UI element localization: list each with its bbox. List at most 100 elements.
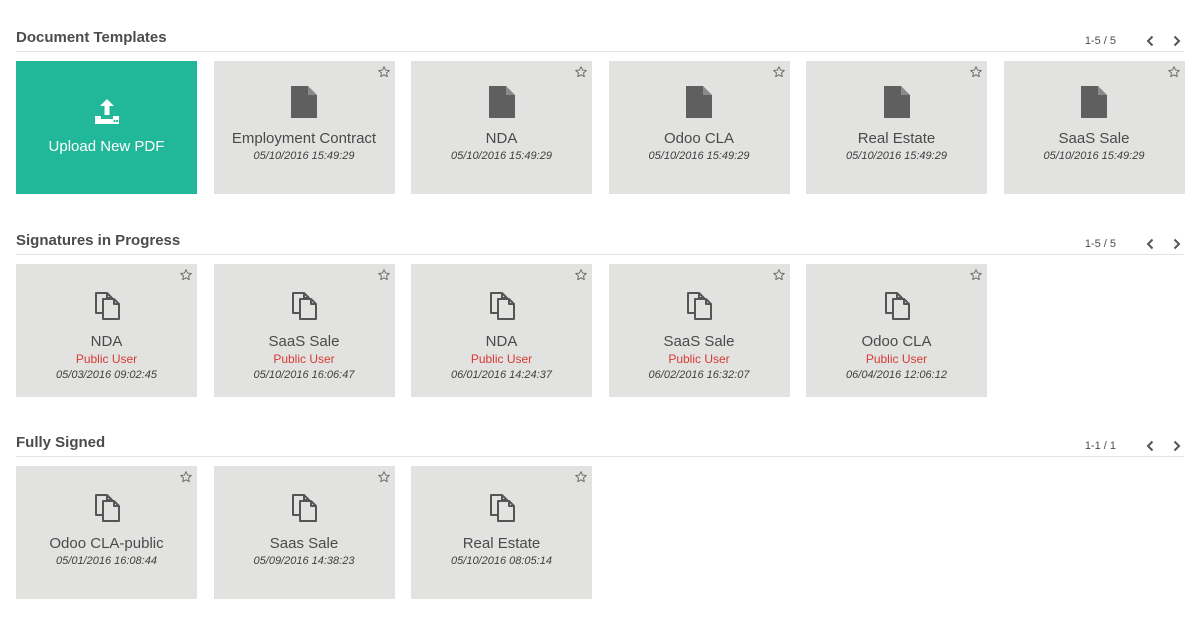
star-outline-icon[interactable] (179, 268, 193, 282)
copy-icon (684, 289, 714, 321)
template-cards: Upload New PDF Employment Contract 05/10… (16, 61, 1185, 194)
chevron-right-icon (1172, 238, 1182, 250)
card-name: SaaS Sale (268, 333, 340, 350)
fully-signed-cards: Odoo CLA-public 05/01/2016 16:08:44 Saas… (16, 466, 609, 599)
copy-icon (882, 289, 912, 321)
card-name: NDA (485, 333, 518, 350)
signed-document-card[interactable]: Odoo CLA-public 05/01/2016 16:08:44 (16, 466, 197, 599)
star-outline-icon[interactable] (772, 268, 786, 282)
copy-icon (289, 491, 319, 523)
card-name: Real Estate (857, 130, 936, 147)
signature-request-card[interactable]: NDA Public User 05/03/2016 09:02:45 (16, 264, 197, 397)
pager-next-button[interactable] (1170, 237, 1184, 251)
card-date: 05/10/2016 16:06:47 (253, 369, 355, 381)
pager-previous-button[interactable] (1143, 439, 1157, 453)
copy-icon (289, 289, 319, 321)
template-card[interactable]: Odoo CLA 05/10/2016 15:49:29 (608, 61, 790, 194)
pager: 1-1 / 1 (1085, 437, 1184, 455)
card-signer: Public User (75, 352, 138, 366)
signatures-in-progress-section: Signatures in Progress 1-5 / 5 NDA Publi… (16, 225, 1184, 397)
card-date: 05/10/2016 15:49:29 (648, 150, 750, 162)
card-name: NDA (90, 333, 123, 350)
pager-value: 1-1 / 1 (1084, 440, 1116, 452)
file-icon (884, 86, 910, 118)
card-date: 06/01/2016 14:24:37 (451, 369, 552, 381)
pager-next-button[interactable] (1170, 34, 1184, 48)
pager-value: 1-5 / 5 (1084, 35, 1116, 47)
chevron-left-icon (1145, 35, 1155, 47)
card-signer: Public User (668, 352, 730, 366)
template-card[interactable]: SaaS Sale 05/10/2016 15:49:29 (1003, 61, 1185, 194)
section-title: Signatures in Progress (16, 232, 181, 249)
card-date: 05/10/2016 08:05:14 (451, 555, 552, 567)
chevron-right-icon (1172, 35, 1182, 47)
signature-request-card[interactable]: NDA Public User 06/01/2016 14:24:37 (411, 264, 592, 397)
pager-previous-button[interactable] (1143, 34, 1157, 48)
card-date: 06/04/2016 12:06:12 (846, 369, 947, 381)
copy-icon (487, 289, 517, 321)
star-outline-icon[interactable] (377, 65, 391, 79)
signature-request-card[interactable]: SaaS Sale Public User 06/02/2016 16:32:0… (608, 264, 790, 397)
star-outline-icon[interactable] (969, 268, 983, 282)
fully-signed-section: Fully Signed 1-1 / 1 Odoo CLA-public 05/… (16, 427, 1184, 599)
copy-icon (92, 289, 122, 321)
section-title: Document Templates (16, 29, 167, 46)
card-name: SaaS Sale (663, 333, 735, 350)
in-progress-cards: NDA Public User 05/03/2016 09:02:45 SaaS… (16, 264, 1004, 397)
signed-document-card[interactable]: Real Estate 05/10/2016 08:05:14 (411, 466, 592, 599)
copy-icon (92, 491, 122, 523)
star-outline-icon[interactable] (969, 65, 983, 79)
card-date: 05/10/2016 15:49:29 (253, 150, 355, 162)
star-outline-icon[interactable] (179, 470, 193, 484)
section-header: Fully Signed 1-1 / 1 (16, 427, 1184, 457)
template-card[interactable]: Real Estate 05/10/2016 15:49:29 (806, 61, 987, 194)
card-name: Odoo CLA (861, 333, 932, 350)
card-date: 05/01/2016 16:08:44 (56, 555, 157, 567)
star-outline-icon[interactable] (377, 268, 391, 282)
signature-request-card[interactable]: Odoo CLA Public User 06/04/2016 12:06:12 (806, 264, 987, 397)
card-name: Employment Contract (231, 130, 377, 147)
star-outline-icon[interactable] (574, 65, 588, 79)
file-icon (291, 86, 317, 118)
file-icon (686, 86, 712, 118)
star-outline-icon[interactable] (772, 65, 786, 79)
card-date: 06/02/2016 16:32:07 (648, 369, 750, 381)
pager-next-button[interactable] (1170, 439, 1184, 453)
card-name: SaaS Sale (1058, 130, 1130, 147)
pager-previous-button[interactable] (1143, 237, 1157, 251)
card-name: Real Estate (462, 535, 541, 552)
card-date: 05/10/2016 15:49:29 (1043, 150, 1145, 162)
signature-request-card[interactable]: SaaS Sale Public User 05/10/2016 16:06:4… (213, 264, 395, 397)
card-date: 05/10/2016 15:49:29 (846, 150, 947, 162)
pager-value: 1-5 / 5 (1084, 238, 1116, 250)
template-card[interactable]: NDA 05/10/2016 15:49:29 (411, 61, 592, 194)
star-outline-icon[interactable] (574, 268, 588, 282)
section-title: Fully Signed (16, 434, 106, 451)
chevron-left-icon (1145, 440, 1155, 452)
copy-icon (487, 491, 517, 523)
card-name: Saas Sale (269, 535, 339, 552)
star-outline-icon[interactable] (377, 470, 391, 484)
card-signer: Public User (865, 352, 928, 366)
pager: 1-5 / 5 (1085, 32, 1184, 50)
document-templates-section: Document Templates 1-5 / 5 Upload New PD… (16, 22, 1185, 194)
upload-label: Upload New PDF (48, 138, 165, 155)
file-icon (1081, 86, 1107, 118)
chevron-right-icon (1172, 440, 1182, 452)
chevron-left-icon (1145, 238, 1155, 250)
upload-icon (92, 97, 122, 127)
card-name: Odoo CLA-public (49, 535, 164, 552)
section-header: Signatures in Progress 1-5 / 5 (16, 225, 1184, 255)
section-header: Document Templates 1-5 / 5 (16, 22, 1184, 52)
pager: 1-5 / 5 (1085, 235, 1184, 253)
star-outline-icon[interactable] (574, 470, 588, 484)
card-name: NDA (485, 130, 518, 147)
card-signer: Public User (273, 352, 335, 366)
card-date: 05/10/2016 15:49:29 (451, 150, 552, 162)
star-outline-icon[interactable] (1167, 65, 1181, 79)
signed-document-card[interactable]: Saas Sale 05/09/2016 14:38:23 (213, 466, 395, 599)
template-card[interactable]: Employment Contract 05/10/2016 15:49:29 (213, 61, 395, 194)
upload-new-pdf-button[interactable]: Upload New PDF (16, 61, 197, 194)
file-icon (489, 86, 515, 118)
card-signer: Public User (470, 352, 533, 366)
